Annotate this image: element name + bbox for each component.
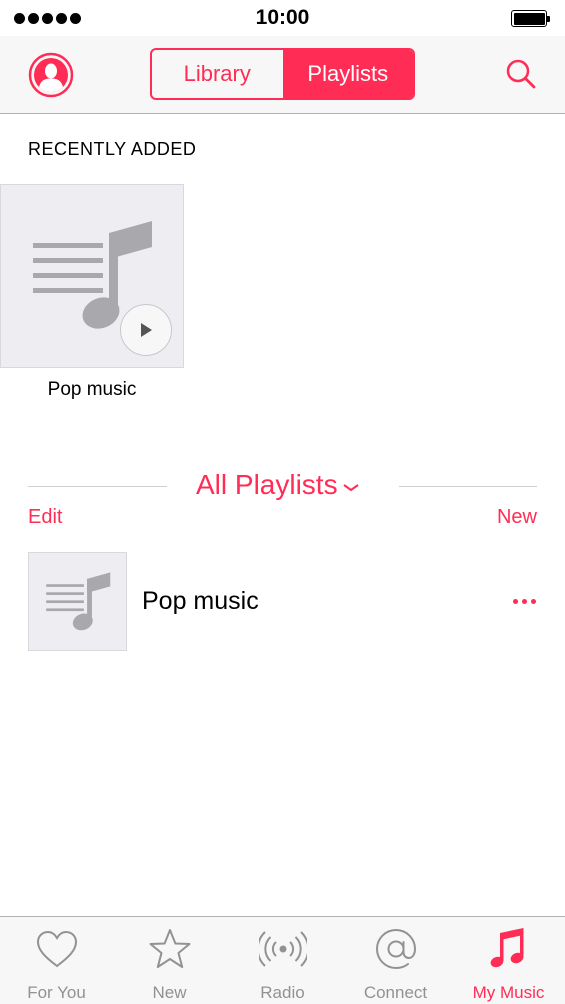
profile-icon (28, 52, 74, 98)
recently-added-title: Pop music (47, 379, 137, 400)
more-dot (521, 598, 527, 604)
play-button[interactable] (120, 304, 172, 356)
playlist-row[interactable]: Pop music (0, 552, 565, 652)
search-icon (506, 59, 536, 89)
playlist-artwork (28, 552, 127, 651)
heart-icon (36, 930, 77, 968)
play-icon (141, 323, 152, 337)
segment-library[interactable]: Library (152, 50, 283, 98)
tab-my-music[interactable]: My Music (452, 917, 565, 1004)
tab-label: Radio (260, 983, 305, 1002)
tab-label: For You (27, 983, 86, 1002)
tab-new[interactable]: New (113, 917, 226, 1004)
segment-playlists[interactable]: Playlists (282, 50, 413, 98)
tab-bar: For You New Radio Connect My Music (0, 916, 565, 1004)
battery-icon (511, 10, 551, 27)
radio-icon (258, 931, 307, 967)
status-time: 10:00 (255, 6, 310, 29)
all-playlists-label: All Playlists (196, 469, 338, 500)
playlist-title: Pop music (142, 587, 259, 615)
search-button[interactable] (505, 58, 537, 90)
at-icon (375, 928, 416, 970)
new-playlist-button[interactable]: New (497, 506, 537, 529)
recently-added-item[interactable]: Pop music (0, 184, 184, 401)
edit-button[interactable]: Edit (28, 506, 62, 529)
recently-added-heading: RECENTLY ADDED (28, 139, 197, 159)
tab-label: New (152, 983, 187, 1002)
status-bar: 10:00 (0, 0, 565, 36)
tab-connect[interactable]: Connect (339, 917, 452, 1004)
divider (28, 486, 167, 487)
more-options-button[interactable] (508, 592, 540, 610)
all-playlists-filter[interactable]: All Playlists (196, 469, 360, 501)
tab-label: My Music (472, 983, 545, 1002)
profile-button[interactable] (28, 52, 74, 98)
divider (399, 486, 537, 487)
tab-radio[interactable]: Radio (226, 917, 339, 1004)
tab-for-you[interactable]: For You (0, 917, 113, 1004)
tab-label: Connect (363, 983, 428, 1002)
more-dot (512, 598, 518, 604)
library-playlists-segmented-control: Library Playlists (150, 48, 415, 100)
playlist-artwork (0, 184, 184, 368)
chevron-down-icon (343, 484, 359, 492)
more-dot (530, 598, 536, 604)
playlist-placeholder-icon (46, 572, 111, 631)
music-note-icon (490, 928, 523, 968)
nav-bar: Library Playlists (0, 36, 565, 114)
star-icon (149, 929, 190, 968)
